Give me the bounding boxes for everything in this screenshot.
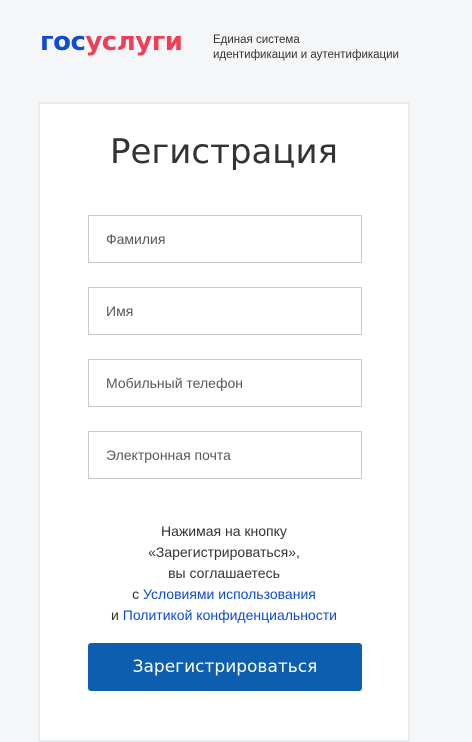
email-input[interactable] — [88, 431, 362, 479]
agreement-text: Нажимая на кнопку «Зарегистрироваться», … — [40, 521, 408, 626]
last-name-input[interactable] — [88, 215, 362, 263]
gosuslugi-logo[interactable]: госуслуги — [40, 26, 183, 58]
agreement-line-3: вы соглашаетесь — [168, 565, 280, 581]
agreement-prefix-with: с — [132, 586, 140, 602]
first-name-input[interactable] — [88, 287, 362, 335]
agreement-line-2: «Зарегистрироваться», — [148, 544, 300, 560]
tagline-line-2: идентификации и аутентификации — [213, 49, 399, 61]
agreement-line-4: с Условиями использования — [40, 584, 408, 605]
mobile-phone-input[interactable] — [88, 359, 362, 407]
terms-of-use-link[interactable]: Условиями использования — [143, 586, 316, 602]
tagline: Единая система идентификации и аутентифи… — [213, 33, 463, 63]
page-title: Регистрация — [110, 132, 338, 172]
privacy-policy-link[interactable]: Политикой конфиденциальности — [123, 607, 337, 623]
agreement-prefix-and: и — [111, 607, 119, 623]
registration-card: Регистрация Нажимая на кнопку «Зарегистр… — [38, 102, 410, 742]
tagline-line-1: Единая система — [213, 34, 300, 46]
logo-part-gos: гос — [40, 27, 86, 57]
agreement-line-5: и Политикой конфиденциальности — [40, 605, 408, 626]
agreement-line-1: Нажимая на кнопку — [161, 523, 287, 539]
header: госуслуги Единая система идентификации и… — [0, 0, 472, 100]
logo-part-uslugi: услуги — [85, 27, 183, 57]
register-button[interactable]: Зарегистрироваться — [88, 643, 362, 691]
